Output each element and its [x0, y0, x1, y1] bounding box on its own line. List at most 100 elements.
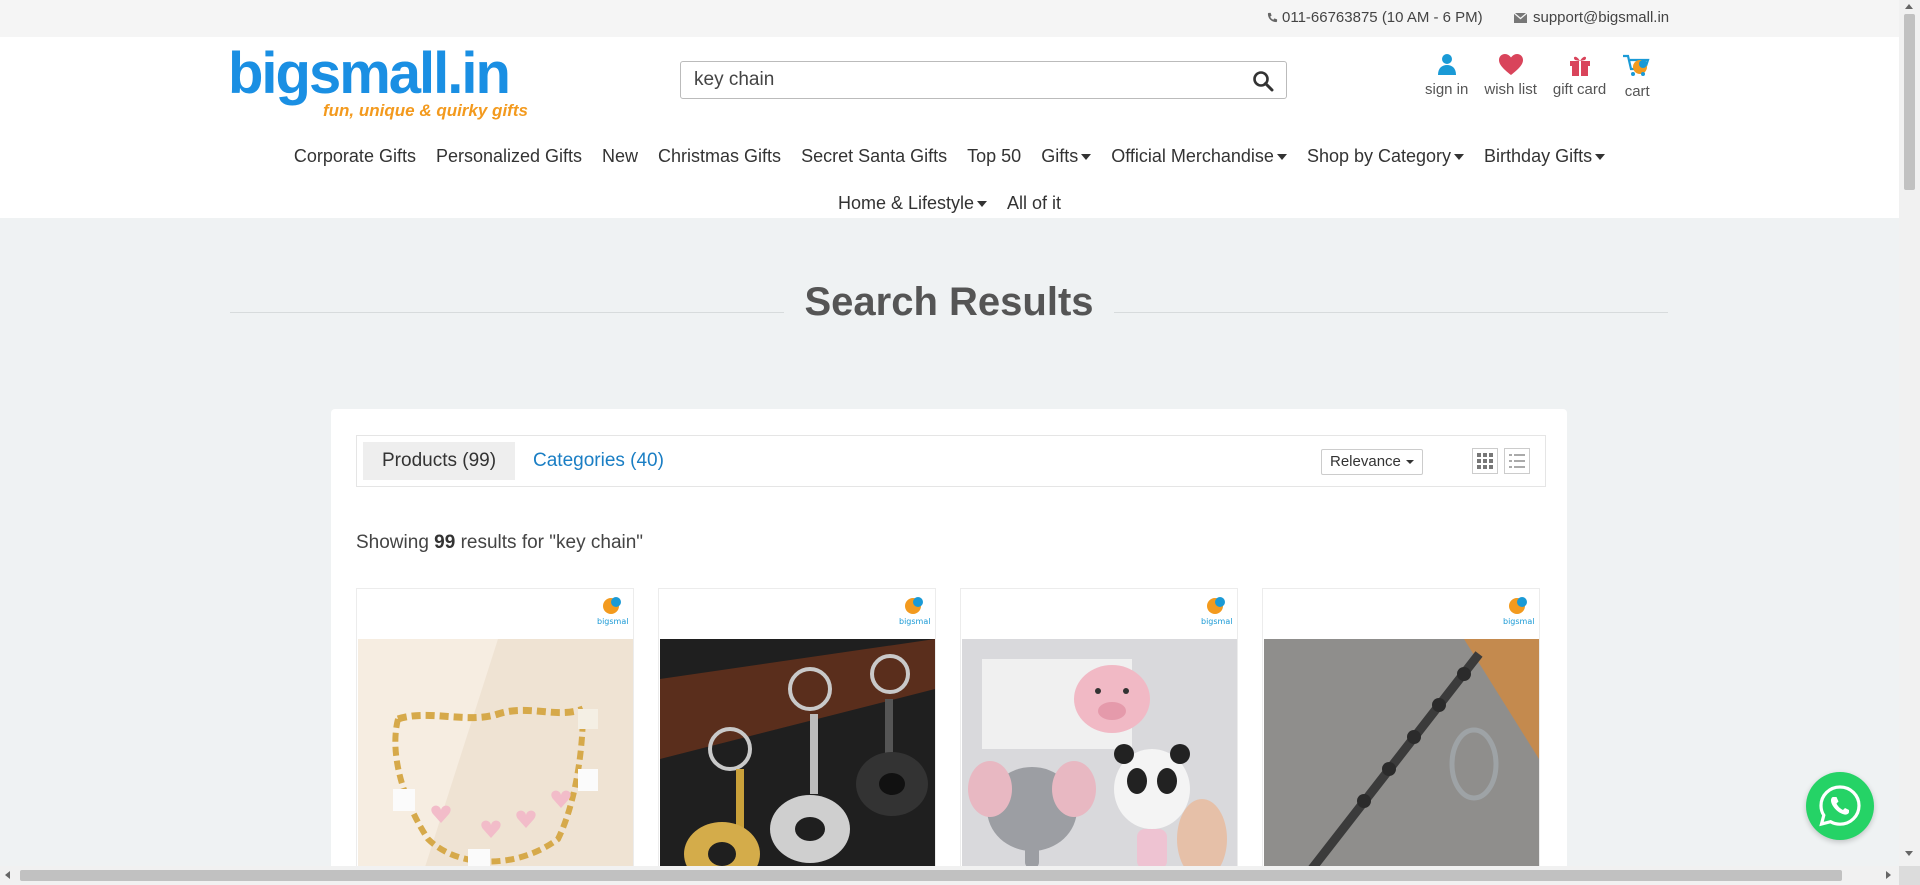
- nav-label: Christmas Gifts: [658, 146, 782, 166]
- top-contact-bar: 011-66763875 (10 AM - 6 PM) support@bigs…: [0, 0, 1899, 37]
- product-image-charm-bracelet: [358, 639, 633, 885]
- nav-label: All of it: [1007, 193, 1062, 213]
- scroll-down-arrow-icon[interactable]: [1905, 851, 1913, 856]
- phone-contact[interactable]: 011-66763875 (10 AM - 6 PM): [1267, 9, 1483, 26]
- product-image-plush-animals: [962, 639, 1237, 885]
- sort-selected-value: Relevance: [1330, 453, 1401, 470]
- gift-card-label: gift card: [1552, 81, 1607, 98]
- product-card[interactable]: bigsmall: [1262, 588, 1540, 885]
- bigsmall-badge-icon: bigsmall: [1503, 597, 1534, 626]
- tab-categories[interactable]: Categories (40): [533, 442, 664, 480]
- results-prefix: Showing: [356, 532, 429, 553]
- nav-label: Birthday Gifts: [1484, 146, 1593, 166]
- cart-link[interactable]: cart: [1622, 53, 1652, 100]
- scrollbar-corner: [1899, 866, 1920, 885]
- horizontal-scrollbar[interactable]: [0, 866, 1899, 885]
- search-input[interactable]: [681, 62, 1221, 98]
- scroll-left-arrow-icon[interactable]: [5, 871, 10, 879]
- nav-label: Shop by Category: [1306, 146, 1452, 166]
- grid-icon: [1477, 453, 1493, 469]
- nav-birthday-gifts-dropdown[interactable]: Birthday Gifts: [1474, 146, 1615, 167]
- grid-view-button[interactable]: [1472, 448, 1498, 474]
- svg-text:bigsmall: bigsmall: [1201, 617, 1232, 626]
- caret-down-icon: [977, 200, 988, 207]
- nav-new[interactable]: New: [592, 146, 648, 167]
- caret-down-icon: [1405, 460, 1414, 464]
- nav-home-lifestyle-dropdown[interactable]: Home & Lifestyle: [828, 193, 997, 214]
- envelope-icon: [1514, 12, 1527, 23]
- caret-down-icon: [1595, 153, 1606, 160]
- product-image-wand-keychain: [1264, 639, 1539, 885]
- svg-text:bigsmall: bigsmall: [899, 617, 930, 626]
- tab-products[interactable]: Products (99): [363, 442, 516, 480]
- header-actions: sign in wish list gift card cart: [1425, 53, 1668, 100]
- list-view-button[interactable]: [1504, 448, 1530, 474]
- nav-row-1: Corporate Gifts Personalized Gifts New C…: [0, 133, 1899, 180]
- nav-corporate-gifts[interactable]: Corporate Gifts: [284, 146, 426, 167]
- sort-dropdown[interactable]: Relevance: [1321, 449, 1423, 475]
- page-title-section: Search Results: [230, 276, 1668, 326]
- heart-icon: [1498, 54, 1523, 75]
- vertical-scroll-thumb[interactable]: [1904, 14, 1915, 190]
- phone-text: 011-66763875 (10 AM - 6 PM): [1282, 9, 1483, 26]
- sign-in-link[interactable]: sign in: [1425, 53, 1468, 100]
- main-navigation: Corporate Gifts Personalized Gifts New C…: [0, 133, 1899, 227]
- horizontal-scroll-thumb[interactable]: [20, 870, 1842, 881]
- nav-label: New: [602, 146, 639, 166]
- sign-in-label: sign in: [1425, 81, 1469, 98]
- search-bar: [680, 61, 1287, 99]
- nav-row-2: Home & Lifestyle All of it: [0, 180, 1899, 227]
- nav-gifts-dropdown[interactable]: Gifts: [1031, 146, 1101, 167]
- nav-label: Gifts: [1041, 146, 1079, 166]
- search-icon[interactable]: [1252, 70, 1274, 92]
- results-count: 99: [434, 532, 456, 553]
- caret-down-icon: [1276, 153, 1287, 160]
- results-tab-bar: Products (99) Categories (40) Relevance: [356, 435, 1546, 487]
- nav-label: Official Merchandise: [1111, 146, 1274, 166]
- vertical-scrollbar[interactable]: [1899, 0, 1920, 866]
- nav-secret-santa-gifts[interactable]: Secret Santa Gifts: [791, 146, 957, 167]
- whatsapp-chat-button[interactable]: [1806, 772, 1874, 840]
- product-image-pan-bottle-opener: [660, 639, 935, 885]
- nav-top-50[interactable]: Top 50: [957, 146, 1031, 167]
- nav-christmas-gifts[interactable]: Christmas Gifts: [648, 146, 791, 167]
- page-title: Search Results: [784, 280, 1114, 324]
- gift-card-link[interactable]: gift card: [1553, 53, 1606, 100]
- nav-personalized-gifts[interactable]: Personalized Gifts: [426, 146, 592, 167]
- cart-label: cart: [1624, 83, 1650, 100]
- logo-tagline: fun, unique & quirky gifts: [323, 101, 528, 120]
- product-card[interactable]: bigsmall: [960, 588, 1238, 885]
- bigsmall-badge-icon: bigsmall: [899, 597, 930, 626]
- nav-all-of-it[interactable]: All of it: [997, 193, 1071, 214]
- email-contact[interactable]: support@bigsmall.in: [1514, 9, 1669, 26]
- bigsmall-badge-icon: bigsmall: [1201, 597, 1232, 626]
- gift-icon: [1569, 56, 1590, 76]
- search-results-panel: Products (99) Categories (40) Relevance …: [331, 409, 1567, 885]
- wish-list-label: wish list: [1484, 81, 1537, 98]
- bigsmall-badge-icon: bigsmall: [597, 597, 628, 626]
- nav-label: Home & Lifestyle: [837, 193, 975, 213]
- product-card[interactable]: bigsmall: [356, 588, 634, 885]
- phone-icon: [1267, 12, 1278, 23]
- user-icon: [1437, 54, 1456, 75]
- svg-text:bigsmall: bigsmall: [597, 617, 628, 626]
- svg-text:bigsmall: bigsmall: [1503, 617, 1534, 626]
- nav-label: Corporate Gifts: [293, 146, 416, 166]
- product-card[interactable]: bigsmall: [658, 588, 936, 885]
- logo-wordmark: bigsmall.in: [228, 41, 511, 106]
- caret-down-icon: [1081, 153, 1092, 160]
- wish-list-link[interactable]: wish list: [1484, 53, 1537, 100]
- scroll-right-arrow-icon[interactable]: [1886, 871, 1891, 879]
- nav-label: Personalized Gifts: [435, 146, 583, 166]
- nav-official-merchandise-dropdown[interactable]: Official Merchandise: [1101, 146, 1297, 167]
- results-summary: Showing 99 results for "key chain": [356, 532, 643, 554]
- nav-label: Secret Santa Gifts: [801, 146, 948, 166]
- results-suffix: results for "key chain": [460, 532, 644, 553]
- whatsapp-icon: [1819, 785, 1861, 827]
- site-header: bigsmall.in fun, unique & quirky gifts s…: [0, 37, 1899, 218]
- caret-down-icon: [1454, 153, 1465, 160]
- list-icon: [1509, 454, 1525, 468]
- nav-shop-by-category-dropdown[interactable]: Shop by Category: [1297, 146, 1474, 167]
- scroll-up-arrow-icon[interactable]: [1905, 4, 1913, 9]
- site-logo[interactable]: bigsmall.in fun, unique & quirky gifts: [228, 43, 528, 123]
